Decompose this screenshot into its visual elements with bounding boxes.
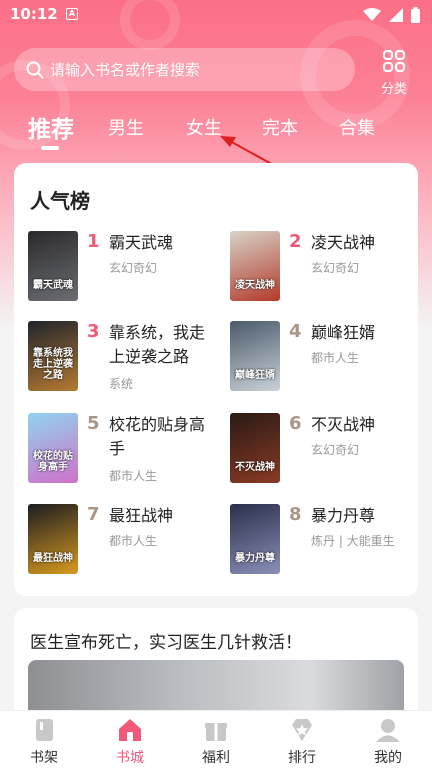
gift-icon — [205, 723, 227, 741]
book-cover: 靠系统我走上逆袭之路 — [28, 321, 78, 391]
book-rank: 1 — [87, 231, 100, 252]
nav-label: 福利 — [202, 750, 230, 766]
book-cover: 凌天战神 — [230, 231, 280, 301]
book-rank: 2 — [289, 231, 302, 252]
book-item[interactable]: 靠系统我走上逆袭之路 3 靠系统，我走上逆袭之路 系统 — [28, 321, 218, 393]
book-name: 校花的贴身高手 — [109, 415, 206, 458]
nav-label: 我的 — [374, 750, 402, 766]
book-rank: 7 — [87, 504, 100, 525]
book-cover: 暴力丹尊 — [230, 504, 280, 574]
book-rank: 3 — [87, 321, 100, 342]
book-item[interactable]: 霸天武魂 1 霸天武魂 玄幻奇幻 — [28, 231, 218, 303]
book-name: 靠系统，我走上逆袭之路 — [109, 323, 206, 366]
book-genre: 系统 — [109, 377, 134, 391]
cover-title: 暴力丹尊 — [235, 553, 275, 564]
feature-title: 医生宣布死亡，实习医生几针救活！ — [30, 633, 302, 653]
book-cover: 最狂战神 — [28, 504, 78, 574]
book-name: 凌天战神 — [311, 233, 376, 252]
book-item[interactable]: 巅峰狂婿 4 巅峰狂婿 都市人生 — [230, 321, 420, 393]
book-genre: 炼丹 | 大能重生 — [311, 534, 395, 548]
nav-label: 排行 — [288, 750, 316, 766]
cover-title: 最狂战神 — [33, 553, 73, 564]
book-rank: 6 — [289, 413, 302, 434]
book-rank: 5 — [87, 413, 100, 434]
bottom-navigation: 书架 书城 福利 排行 我的 — [0, 710, 432, 769]
book-genre: 玄幻奇幻 — [311, 261, 360, 275]
book-name: 巅峰狂婿 — [311, 323, 376, 342]
medal-icon — [292, 719, 312, 741]
nav-label: 书架 — [30, 750, 58, 766]
nav-ranking[interactable]: 排行 — [272, 717, 332, 767]
nav-mine[interactable]: 我的 — [358, 717, 418, 767]
book-icon — [36, 719, 53, 741]
nav-label: 书城 — [116, 750, 144, 766]
book-item[interactable]: 校花的贴身高手 5 校花的贴身高手 都市人生 — [28, 413, 218, 485]
popular-ranking-card: 人气榜 霸天武魂 1 霸天武魂 玄幻奇幻 凌天战神 2 凌天战神 玄幻奇幻 靠系… — [14, 163, 418, 596]
book-cover: 校花的贴身高手 — [28, 413, 78, 483]
book-genre: 玄幻奇幻 — [311, 443, 360, 457]
book-genre: 玄幻奇幻 — [109, 261, 158, 275]
cover-title: 校花的贴身高手 — [33, 451, 73, 473]
book-item[interactable]: 凌天战神 2 凌天战神 玄幻奇幻 — [230, 231, 420, 303]
book-name: 不灭战神 — [311, 415, 376, 434]
book-genre: 都市人生 — [109, 534, 158, 548]
book-item[interactable]: 最狂战神 7 最狂战神 都市人生 — [28, 504, 218, 576]
book-cover: 巅峰狂婿 — [230, 321, 280, 391]
book-name: 霸天武魂 — [109, 233, 174, 252]
book-cover: 霸天武魂 — [28, 231, 78, 301]
book-rank: 8 — [289, 504, 302, 525]
section-title: 人气榜 — [30, 189, 90, 213]
cover-title: 靠系统我走上逆袭之路 — [33, 348, 73, 381]
book-name: 最狂战神 — [109, 506, 174, 525]
user-icon — [376, 719, 400, 742]
nav-bookshelf[interactable]: 书架 — [14, 717, 74, 767]
book-genre: 都市人生 — [109, 469, 158, 483]
cover-title: 不灭战神 — [235, 462, 275, 473]
book-item[interactable]: 暴力丹尊 8 暴力丹尊 炼丹 | 大能重生 — [230, 504, 420, 576]
book-item[interactable]: 不灭战神 6 不灭战神 玄幻奇幻 — [230, 413, 420, 485]
book-name: 暴力丹尊 — [311, 506, 376, 525]
nav-welfare[interactable]: 福利 — [186, 717, 246, 767]
nav-bookstore[interactable]: 书城 — [100, 717, 160, 767]
cover-title: 巅峰狂婿 — [235, 370, 275, 381]
cover-title: 霸天武魂 — [33, 280, 73, 291]
cover-title: 凌天战神 — [235, 280, 275, 291]
book-genre: 都市人生 — [311, 351, 360, 365]
book-cover: 不灭战神 — [230, 413, 280, 483]
book-rank: 4 — [289, 321, 302, 342]
home-icon — [119, 719, 141, 741]
